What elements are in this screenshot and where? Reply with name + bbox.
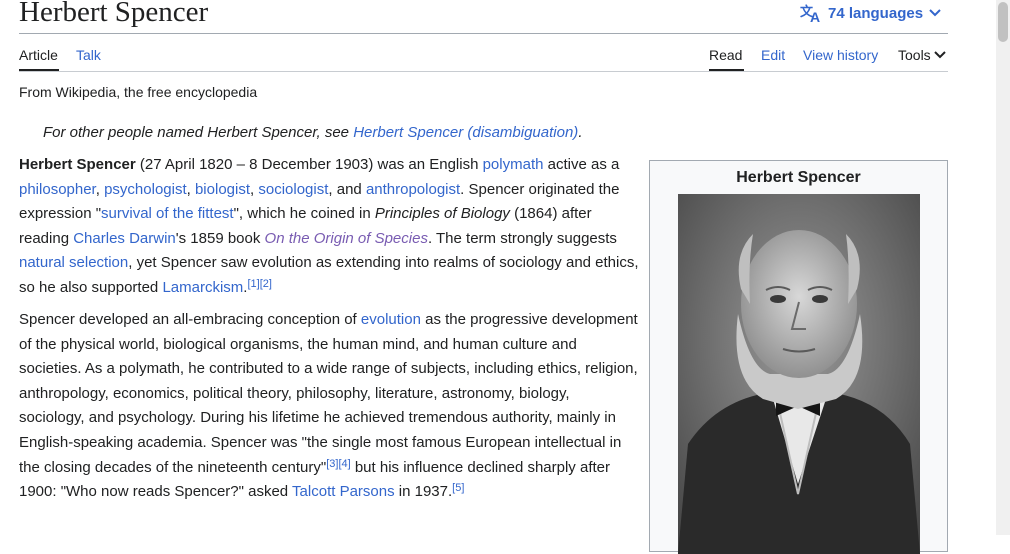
infobox: Herbert Spencer [649,160,948,554]
link-philosopher[interactable]: philosopher [19,181,96,198]
infobox-title: Herbert Spencer [736,169,861,186]
tools-label: Tools [898,47,931,63]
link-evolution[interactable]: evolution [361,311,421,328]
title-divider [19,33,948,34]
lead-paragraph-2: Spencer developed an all-embracing conce… [19,311,638,501]
reference-4[interactable]: [4] [338,458,350,470]
book-title-principles-of-biology: Principles of Biology [374,205,510,223]
hatnote-text: For other people named Herbert Spencer, … [43,124,354,141]
tab-edit[interactable]: Edit [761,46,785,64]
chevron-down-icon [933,46,946,64]
link-psychologist[interactable]: psychologist [104,181,187,198]
link-anthropologist[interactable]: anthropologist [366,181,460,198]
tagline: From Wikipedia, the free encyclopedia [19,84,258,100]
translate-icon: 文 A [800,3,822,23]
reference-1[interactable]: [1] [247,278,259,290]
tab-read[interactable]: Read [709,46,742,64]
languages-button[interactable]: 文 A 74 languages [800,1,941,25]
disambiguation-link[interactable]: Herbert Spencer (disambiguation) [353,124,578,141]
link-biologist[interactable]: biologist [195,181,250,198]
svg-text:A: A [810,9,820,23]
scrollbar-thumb[interactable] [998,2,1008,42]
link-survival-of-the-fittest[interactable]: survival of the fittest [101,205,234,222]
page-title: Herbert Spencer [19,0,209,28]
link-talcott-parsons[interactable]: Talcott Parsons [292,483,395,500]
hatnote: For other people named Herbert Spencer, … [43,124,583,141]
chevron-down-icon [929,8,941,18]
tab-view-history[interactable]: View history [803,46,878,64]
link-natural-selection[interactable]: natural selection [19,254,128,271]
tab-tools[interactable]: Tools [898,46,946,64]
link-sociologist[interactable]: sociologist [258,181,328,198]
tabs-divider [19,71,948,72]
link-origin-of-species[interactable]: On the Origin of Species [265,230,428,247]
tab-article[interactable]: Article [19,46,58,64]
languages-label: 74 languages [828,4,924,22]
link-charles-darwin[interactable]: Charles Darwin [73,230,176,247]
article-subject: Herbert Spencer [19,156,136,173]
vertical-scrollbar[interactable] [996,0,1010,535]
tab-talk[interactable]: Talk [76,46,101,64]
portrait-image[interactable] [678,194,920,554]
reference-3[interactable]: [3] [326,458,338,470]
link-polymath[interactable]: polymath [483,156,544,173]
reference-2[interactable]: [2] [260,278,272,290]
reference-5[interactable]: [5] [452,482,464,494]
link-lamarckism[interactable]: Lamarckism [162,279,243,296]
lead-paragraph-1: Herbert Spencer (27 April 1820 – 8 Decem… [19,156,639,296]
